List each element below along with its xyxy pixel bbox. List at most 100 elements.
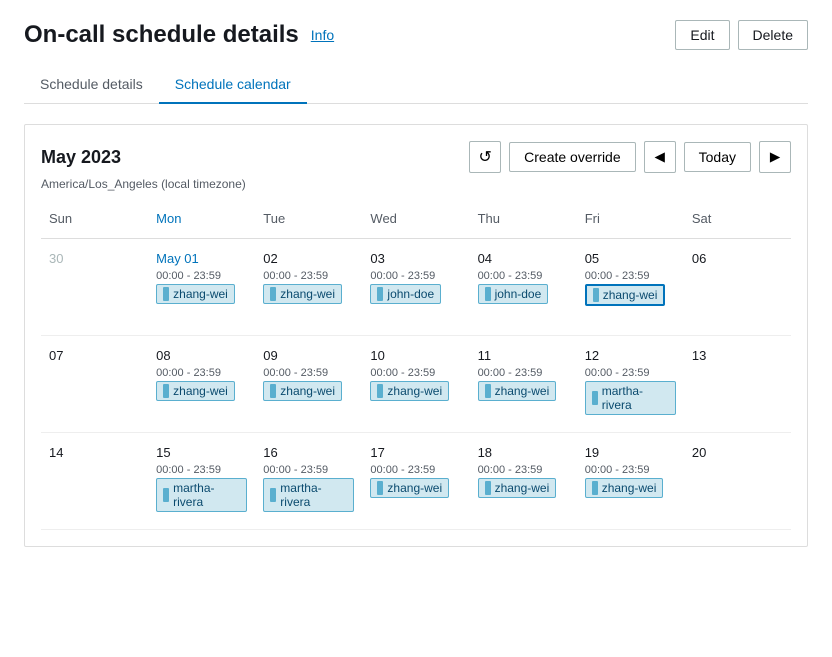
calendar-day-1-2: 09 00:00 - 23:59 zhang-wei <box>255 344 362 424</box>
calendar-day-0-1: May 0100:00 - 23:59zhang-wei <box>148 247 255 327</box>
shift-badge[interactable]: john-doe <box>478 284 549 304</box>
calendar-day-2-4: 1800:00 - 23:59zhang-wei <box>470 441 577 521</box>
page-title: On-call schedule details <box>24 21 299 49</box>
day-number: 08 <box>156 348 247 363</box>
day-number: 10 <box>370 348 461 363</box>
next-month-button[interactable]: ▶ <box>759 141 791 173</box>
shift-name: john-doe <box>387 287 434 301</box>
shift-badge[interactable]: zhang-wei <box>585 284 666 306</box>
calendar-day-0-0: 30 <box>41 247 148 327</box>
day-header-mon: Mon <box>148 207 255 230</box>
calendar-day-0-5: 0500:00 - 23:59zhang-wei <box>577 247 684 327</box>
shift-badge[interactable]: zhang-wei <box>478 478 557 498</box>
shift-dot <box>163 488 169 502</box>
shift-time: 00:00 - 23:59 <box>585 270 676 282</box>
delete-button[interactable]: Delete <box>738 20 808 50</box>
shift-dot <box>593 288 599 302</box>
shift-dot <box>377 384 383 398</box>
calendar-day-0-6: 06 <box>684 247 791 327</box>
day-header-sun: Sun <box>41 207 148 230</box>
shift-badge[interactable]: martha-rivera <box>156 478 247 512</box>
shift-dot <box>485 384 491 398</box>
shift-time: 00:00 - 23:59 <box>156 367 247 379</box>
shift-time: 00:00 - 23:59 <box>370 367 461 379</box>
shift-badge[interactable]: zhang-wei <box>156 381 235 401</box>
shift-badge[interactable]: john-doe <box>370 284 441 304</box>
shift-time: 00:00 - 23:59 <box>263 270 354 282</box>
calendar-day-1-0: 07 <box>41 344 148 424</box>
shift-name: zhang-wei <box>495 481 550 495</box>
day-number: 18 <box>478 445 569 460</box>
day-number: 15 <box>156 445 247 460</box>
day-number: 07 <box>49 348 140 363</box>
page-header: On-call schedule details Info Edit Delet… <box>24 20 808 50</box>
calendar-day-2-2: 1600:00 - 23:59martha-rivera <box>255 441 362 521</box>
info-badge[interactable]: Info <box>311 27 334 43</box>
calendar-week-1: 07 08 00:00 - 23:59 zhang-wei 09 00:00 - 23:5… <box>41 336 791 433</box>
shift-time: 00:00 - 23:59 <box>478 270 569 282</box>
shift-name: zhang-wei <box>280 384 335 398</box>
prev-month-button[interactable]: ◀ <box>644 141 676 173</box>
tabs-container: Schedule details Schedule calendar <box>24 66 808 104</box>
calendar-day-1-6: 13 <box>684 344 791 424</box>
shift-badge[interactable]: zhang-wei <box>370 381 449 401</box>
shift-badge[interactable]: zhang-wei <box>585 478 664 498</box>
shift-dot <box>163 287 169 301</box>
timezone-label: America/Los_Angeles (local timezone) <box>41 177 791 191</box>
shift-badge[interactable]: zhang-wei <box>263 284 342 304</box>
shift-time: 00:00 - 23:59 <box>263 367 354 379</box>
day-header-sat: Sat <box>684 207 791 230</box>
calendar-day-2-3: 1700:00 - 23:59zhang-wei <box>362 441 469 521</box>
shift-time: 00:00 - 23:59 <box>585 367 676 379</box>
day-number: 20 <box>692 445 783 460</box>
shift-badge[interactable]: zhang-wei <box>370 478 449 498</box>
day-header-wed: Wed <box>362 207 469 230</box>
calendar-controls: ↺ Create override ◀ Today ▶ <box>469 141 791 173</box>
shift-name: martha-rivera <box>280 481 347 509</box>
day-number: 16 <box>263 445 354 460</box>
calendar-day-0-4: 04 00:00 - 23:59 john-doe <box>470 247 577 327</box>
day-number: 04 <box>478 251 569 266</box>
day-number: 09 <box>263 348 354 363</box>
shift-name: john-doe <box>495 287 542 301</box>
calendar-grid: Sun Mon Tue Wed Thu Fri Sat 30May 0100:0… <box>41 207 791 530</box>
calendar-week-0: 30May 0100:00 - 23:59zhang-wei0200:00 - … <box>41 239 791 336</box>
shift-name: martha-rivera <box>602 384 669 412</box>
day-number: 30 <box>49 251 140 266</box>
shift-badge[interactable]: martha-rivera <box>263 478 354 512</box>
edit-button[interactable]: Edit <box>675 20 729 50</box>
calendar-month-title: May 2023 <box>41 147 121 168</box>
day-number: 17 <box>370 445 461 460</box>
shift-badge[interactable]: zhang-wei <box>478 381 557 401</box>
shift-dot <box>485 287 491 301</box>
shift-dot <box>377 287 383 301</box>
shift-badge[interactable]: zhang-wei <box>263 381 342 401</box>
calendar-day-1-3: 10 00:00 - 23:59 zhang-wei <box>362 344 469 424</box>
header-right: Edit Delete <box>675 20 808 50</box>
shift-badge[interactable]: zhang-wei <box>156 284 235 304</box>
day-number: 19 <box>585 445 676 460</box>
today-button[interactable]: Today <box>684 142 751 172</box>
calendar-day-1-4: 1100:00 - 23:59zhang-wei <box>470 344 577 424</box>
refresh-button[interactable]: ↺ <box>469 141 501 173</box>
shift-name: zhang-wei <box>387 384 442 398</box>
shift-dot <box>377 481 383 495</box>
shift-badge[interactable]: martha-rivera <box>585 381 676 415</box>
shift-time: 00:00 - 23:59 <box>370 270 461 282</box>
tab-schedule-details[interactable]: Schedule details <box>24 66 159 104</box>
month-year-label: May 2023 <box>41 147 121 168</box>
create-override-button[interactable]: Create override <box>509 142 636 172</box>
calendar-week-2: 141500:00 - 23:59martha-rivera1600:00 - … <box>41 433 791 530</box>
day-number: 12 <box>585 348 676 363</box>
day-number: 14 <box>49 445 140 460</box>
shift-name: zhang-wei <box>603 288 658 302</box>
day-number: 11 <box>478 348 569 363</box>
shift-name: zhang-wei <box>387 481 442 495</box>
shift-dot <box>592 481 598 495</box>
day-header-thu: Thu <box>470 207 577 230</box>
calendar-day-2-6: 20 <box>684 441 791 521</box>
calendar-container: May 2023 ↺ Create override ◀ Today ▶ Ame… <box>24 124 808 547</box>
shift-name: zhang-wei <box>173 384 228 398</box>
day-number: 03 <box>370 251 461 266</box>
tab-schedule-calendar[interactable]: Schedule calendar <box>159 66 307 104</box>
